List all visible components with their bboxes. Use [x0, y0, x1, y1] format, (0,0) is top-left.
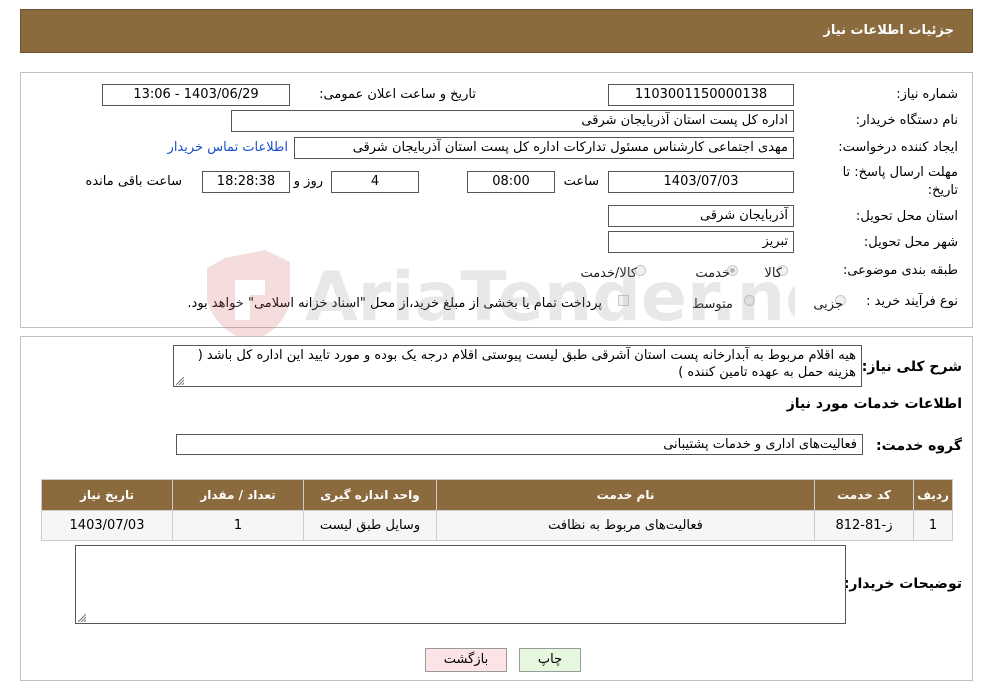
- deadline-time-field: 08:00: [467, 171, 555, 193]
- col-quantity: تعداد / مقدار: [172, 479, 304, 511]
- print-button[interactable]: چاپ: [519, 648, 581, 672]
- deadline-label: مهلت ارسال پاسخ: تا: [842, 165, 958, 180]
- cell-service-name: فعالیت‌های مربوط به نظافت: [436, 510, 815, 541]
- buyer-contact-link[interactable]: اطلاعات تماس خریدار: [168, 140, 288, 155]
- province-label: استان محل تحویل:: [856, 209, 958, 224]
- announce-datetime-label: تاریخ و ساعت اعلان عمومی:: [319, 87, 476, 102]
- purchase-minor-label: جزیی: [813, 297, 843, 312]
- buyer-notes-label: توضیحات خریدار:: [843, 576, 962, 592]
- buyer-org-label: نام دستگاه خریدار:: [855, 113, 958, 128]
- cell-unit: وسایل طبق لیست: [303, 510, 437, 541]
- services-section-title: اطلاعات خدمات مورد نیاز: [786, 396, 962, 412]
- remaining-days-field: 4: [331, 171, 419, 193]
- deadline-date-field: 1403/07/03: [608, 171, 794, 193]
- remaining-time-field: 18:28:38: [202, 171, 290, 193]
- need-number-label: شماره نیاز:: [896, 87, 958, 102]
- table-row: 1 ز-81-812 فعالیت‌های مربوط به نظافت وسا…: [41, 510, 953, 541]
- category-goods-label: کالا: [764, 266, 782, 281]
- description-text: هیه اقلام مربوط به آبدارخانه پست استان آ…: [197, 348, 856, 380]
- services-table-header: ردیف کد خدمت نام خدمت واحد اندازه گیری ت…: [41, 479, 953, 511]
- deadline-time-label: ساعت: [563, 174, 599, 189]
- col-row-number: ردیف: [913, 479, 953, 511]
- resize-handle-icon[interactable]: [78, 614, 86, 622]
- announce-datetime-field: 1403/06/29 - 13:06: [102, 84, 290, 106]
- resize-handle-icon[interactable]: [176, 377, 184, 385]
- page-title: جزئیات اطلاعات نیاز: [823, 23, 954, 38]
- service-group-field: فعالیت‌های اداری و خدمات پشتیبانی: [176, 434, 863, 455]
- remaining-time-label: ساعت باقی مانده: [85, 174, 182, 189]
- service-group-label: گروه خدمت:: [876, 438, 962, 454]
- need-number-field: 1103001150000138: [608, 84, 794, 106]
- category-label: طبقه بندی موضوعی:: [842, 263, 958, 278]
- city-label: شهر محل تحویل:: [863, 235, 958, 250]
- city-field: تبریز: [608, 231, 794, 253]
- cell-quantity: 1: [172, 510, 304, 541]
- need-info-panel: شماره نیاز: 1103001150000138 تاریخ و ساع…: [20, 72, 973, 328]
- description-textarea[interactable]: هیه اقلام مربوط به آبدارخانه پست استان آ…: [173, 345, 862, 387]
- col-service-name: نام خدمت: [436, 479, 815, 511]
- buyer-notes-textarea[interactable]: [75, 545, 846, 624]
- purchase-medium-label: متوسط: [692, 297, 733, 312]
- purchase-type-label: نوع فرآیند خرید :: [866, 294, 958, 309]
- description-label: شرح کلی نیاز:: [861, 359, 962, 375]
- services-table: ردیف کد خدمت نام خدمت واحد اندازه گیری ت…: [41, 479, 953, 541]
- buyer-org-field: اداره کل پست استان آذربایجان شرقی: [231, 110, 794, 132]
- cell-service-code: ز-81-812: [814, 510, 914, 541]
- col-unit: واحد اندازه گیری: [303, 479, 437, 511]
- back-button[interactable]: بازگشت: [425, 648, 507, 672]
- treasury-payment-checkbox[interactable]: [618, 295, 629, 306]
- category-goods-service-label: کالا/خدمت: [580, 266, 637, 281]
- days-label: روز و: [293, 174, 323, 189]
- purchase-medium-radio[interactable]: [744, 295, 755, 306]
- deadline-label-2: تاریخ:: [927, 183, 958, 198]
- category-service-label: خدمت: [695, 266, 730, 281]
- col-need-date: تاریخ نیاز: [41, 479, 173, 511]
- requester-field: مهدی اجتماعی کارشناس مسئول تدارکات اداره…: [294, 137, 794, 159]
- cell-row-number: 1: [913, 510, 953, 541]
- need-details-panel: شرح کلی نیاز: هیه اقلام مربوط به آبدارخا…: [20, 336, 973, 681]
- cell-need-date: 1403/07/03: [41, 510, 173, 541]
- requester-label: ایجاد کننده درخواست:: [838, 140, 958, 155]
- treasury-payment-note: پرداخت تمام یا بخشی از مبلغ خرید،از محل …: [187, 296, 602, 311]
- page-header: جزئیات اطلاعات نیاز: [20, 9, 973, 53]
- province-field: آذربایجان شرقی: [608, 205, 794, 227]
- col-service-code: کد خدمت: [814, 479, 914, 511]
